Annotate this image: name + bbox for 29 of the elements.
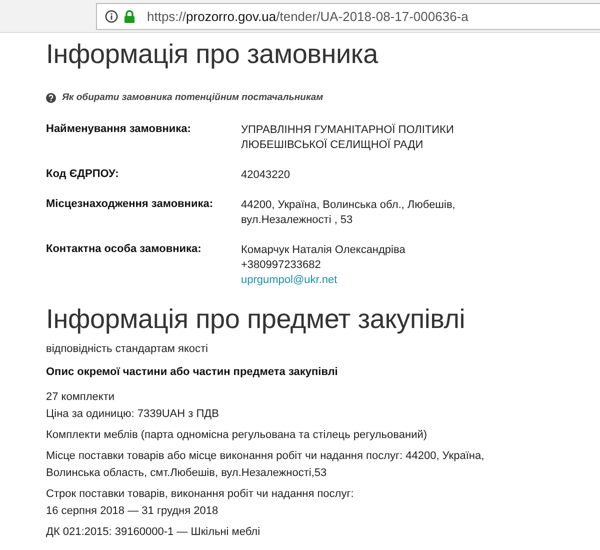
text-line: Строк поставки товарів, виконання робіт чи надання послуг: [46, 487, 355, 502]
email-link[interactable]: uprgumpol@ukr.net [241, 273, 406, 288]
field-label: Місцезнаходження замовника: [46, 198, 214, 212]
subheading: Опис окремої частини або частин предмета закупівлі [46, 365, 339, 380]
text-line: Ціна за одиницю: 7339UAH з ПДВ [46, 407, 220, 422]
field-label: Найменування замовника: [46, 123, 192, 137]
field-label: Код ЄДРПОУ: [46, 168, 120, 182]
text-line: Місце поставки товарів або місце виконання робіт чи надання послуг: 44200, Україна, [46, 449, 486, 464]
info-icon[interactable] [105, 10, 118, 22]
field-value: вул.Незалежності , 53 [241, 213, 354, 228]
field-value: ЛЮБЕШІВСЬКОЇ СЕЛИЩНОЇ РАДИ [241, 138, 424, 153]
field-value: +380997233682 [241, 258, 322, 273]
address-bar[interactable]: https://prozorro.gov.ua/tender/UA-2018-08-17-000636-a [96, 2, 600, 30]
text-line: Комплекти меблів (парта одномісна регульована та стілець регульований) [46, 428, 428, 443]
field-value: Комарчук Наталія Олександріва [241, 243, 406, 258]
text-line: Волинська область, смт.Любешів, вул.Незалежності,53 [46, 466, 328, 481]
text-line: відповідність стандартам якості [46, 342, 209, 357]
section-title: Інформація про предмет закупівлі [46, 304, 466, 335]
section-title: Інформація про замовника [46, 39, 380, 70]
field-value: 44200, Україна, Волинська обл., Любешів, [241, 198, 456, 213]
field-label: Контактна особа замовника: [46, 243, 202, 257]
field-value: УПРАВЛІННЯ ГУМАНІТАРНОЇ ПОЛІТИКИ [241, 123, 454, 138]
field-value: 42043220 [241, 168, 290, 183]
help-link[interactable]: Як обирати замовника потенційним постачальникам [62, 92, 324, 103]
text-line: 27 комплекти [46, 390, 116, 405]
url-text: https://prozorro.gov.ua/tender/UA-2018-08-17-000636-a [147, 8, 468, 24]
text-line: 16 серпня 2018 — 31 грудня 2018 [46, 504, 220, 519]
text-line: ДК 021:2015: 39160000-1 — Шкільні меблі [46, 525, 262, 540]
help-icon [46, 92, 56, 102]
